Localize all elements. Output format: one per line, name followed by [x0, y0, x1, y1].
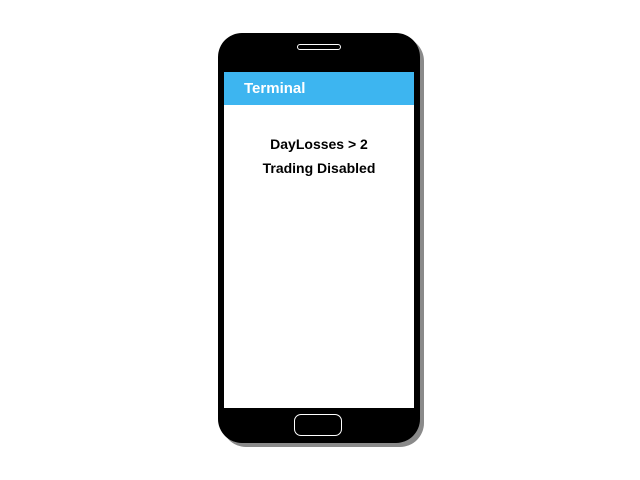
- phone-frame: Terminal DayLosses > 2 Trading Disabled: [218, 33, 420, 443]
- message-area: DayLosses > 2 Trading Disabled: [224, 132, 414, 180]
- phone-screen: Terminal DayLosses > 2 Trading Disabled: [224, 72, 414, 408]
- message-line-1: DayLosses > 2: [270, 136, 368, 152]
- home-button[interactable]: [294, 414, 342, 436]
- app-title: Terminal: [244, 80, 306, 97]
- message-line-2: Trading Disabled: [262, 160, 376, 176]
- app-title-bar: Terminal: [224, 72, 414, 105]
- speaker-grille: [297, 44, 341, 50]
